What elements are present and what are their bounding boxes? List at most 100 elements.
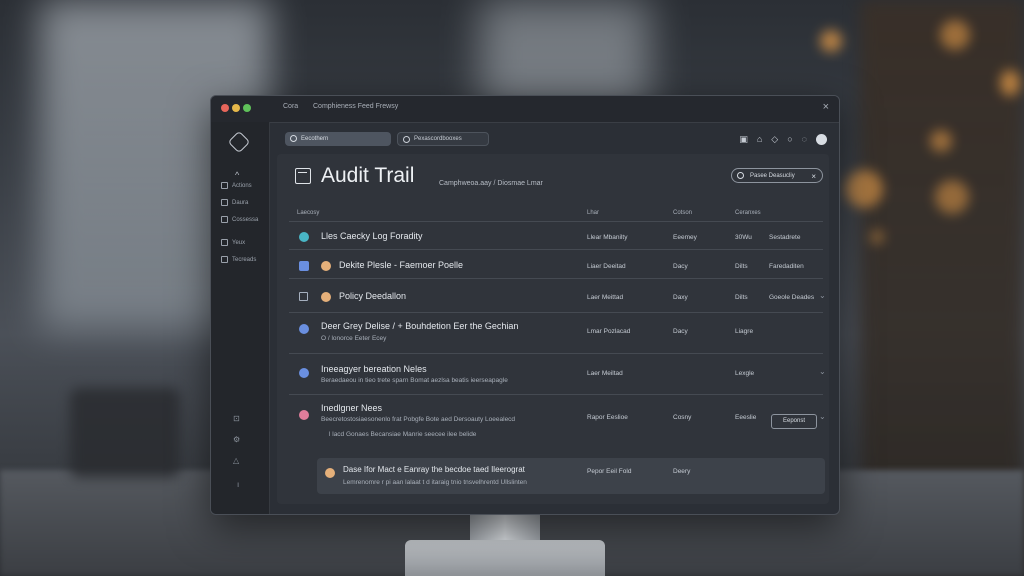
avatar[interactable]: [816, 134, 827, 145]
settings-icon[interactable]: ◌: [802, 134, 807, 145]
row-count: Lexgle: [735, 370, 755, 377]
sidebar-item-actions[interactable]: Actions: [221, 182, 252, 189]
users-icon: [221, 216, 228, 223]
filter-chip-label: Pasee Deasucliy: [750, 173, 795, 179]
filter-label: Pexascordbooxes: [414, 136, 462, 142]
row-subtitle: Beecretostosiaesonenlo frat Pobgfe Bote …: [321, 416, 516, 423]
audit-log-icon: [295, 168, 311, 184]
analytics-icon[interactable]: ⌂: [757, 134, 762, 145]
active-filter-chip[interactable]: Pasee Deasucliy ×: [731, 168, 823, 183]
app-window: Cora Comphieness Feed Frewsy × ^ Actions…: [210, 95, 840, 515]
close-icon[interactable]: ×: [823, 101, 829, 113]
document-icon: [299, 261, 309, 271]
bell-icon[interactable]: △: [233, 456, 239, 465]
search-icon: [403, 136, 410, 143]
page-title: Audit Trail: [321, 164, 415, 187]
sidebar-item-daura[interactable]: Daura: [221, 199, 248, 206]
calendar-icon[interactable]: ▣: [739, 134, 748, 145]
divider: [289, 394, 823, 395]
row-user: Lmar Pozlacad: [587, 328, 631, 335]
top-toolbar-icons: ▣ ⌂ ◇ ○ ◌: [739, 134, 827, 145]
row-type: Daxy: [673, 294, 688, 301]
divider: [289, 353, 823, 354]
search-input[interactable]: Eecothern: [285, 132, 391, 146]
row-type: Dacy: [673, 263, 688, 270]
sidebar-item-yeux[interactable]: Yeux: [221, 239, 245, 246]
chevron-down-icon[interactable]: ⌄: [819, 412, 826, 421]
sidebar-item-tecreads[interactable]: Tecreads: [221, 256, 256, 263]
row-title: Policy Deedallon: [339, 291, 407, 301]
background-window: [480, 0, 650, 110]
background-bokeh: [845, 170, 883, 208]
tab-cora[interactable]: Cora: [283, 103, 298, 110]
row-type: Cosny: [673, 414, 692, 421]
maximize-window-dot[interactable]: [243, 104, 251, 112]
list-icon: [221, 182, 228, 189]
row-change: Sestadrete: [769, 234, 801, 241]
breadcrumb[interactable]: Camphweoa.aay / Diosmae Lmar: [439, 180, 543, 187]
info-icon: [299, 324, 309, 334]
avatar: [325, 468, 335, 478]
sidebar-item-label: Daura: [232, 200, 249, 207]
row-title: Lles Caecky Log Foradity: [321, 231, 423, 241]
search-label: Eecothern: [301, 136, 329, 142]
column-header-user[interactable]: Lhar: [587, 210, 599, 216]
divider: [289, 312, 823, 313]
monitor-stand-base: [405, 540, 605, 576]
user-icon: [737, 172, 744, 179]
row-count: Eeeslie: [735, 414, 757, 421]
bookmark-icon[interactable]: ◇: [771, 134, 778, 145]
sidebar-item-cossessa[interactable]: Cossessa: [221, 216, 258, 223]
divider: [289, 249, 823, 250]
row-type: Eeemey: [673, 234, 697, 241]
export-button[interactable]: Eeponst: [771, 414, 817, 429]
divider: [289, 278, 823, 279]
row-user: Pepor Eeil Fold: [587, 468, 632, 475]
sidebar-item-label: Cossessa: [232, 217, 259, 224]
row-subtitle: O / lonorce Eeter Ecey: [321, 335, 387, 342]
background-bokeh: [940, 20, 970, 50]
row-user: Llear Mbanilty: [587, 234, 628, 241]
chevron-down-icon[interactable]: ⌄: [819, 367, 826, 376]
row-count: Liagre: [735, 328, 754, 335]
row-title: Ineeagyer bereation Neles: [321, 364, 427, 374]
info-icon: [299, 368, 309, 378]
help-icon[interactable]: ⊡: [233, 414, 240, 423]
row-subtitle: Lemrenomre r pi aan lalaat t d itaraig t…: [343, 479, 527, 486]
search-icon: [290, 135, 297, 142]
row-title: Dekite Plesle - Faemoer Poelle: [339, 260, 464, 270]
more-icon[interactable]: ı: [237, 480, 239, 489]
close-icon[interactable]: ×: [811, 169, 816, 184]
gear-icon[interactable]: ⚙: [233, 435, 240, 444]
avatar: [321, 292, 331, 302]
folder-icon: [221, 199, 228, 206]
avatar: [321, 261, 331, 271]
background-bokeh: [935, 180, 969, 214]
row-user: Laer Meiltad: [587, 370, 623, 377]
sidebar: ^ Actions Daura Cossessa Yeux Tecreads ⊡…: [211, 122, 270, 514]
row-type: Dacy: [673, 328, 688, 335]
background-bokeh: [930, 130, 952, 152]
row-title: Inedlgner Nees: [321, 403, 383, 413]
minimize-window-dot[interactable]: [232, 104, 240, 112]
chevron-up-icon[interactable]: ^: [235, 170, 239, 180]
notification-icon[interactable]: ○: [787, 134, 792, 145]
tab-feed[interactable]: Comphieness Feed Frewsy: [313, 103, 398, 110]
background-bokeh: [820, 30, 842, 52]
column-header-type[interactable]: Cotson: [673, 210, 692, 216]
column-header-activity[interactable]: Laecosy: [297, 210, 319, 216]
row-title: Deer Grey Delise / + Bouhdetion Eer the …: [321, 321, 519, 331]
row-user: Rapor Eeslioe: [587, 414, 628, 421]
column-header-changes[interactable]: Ceranxes: [735, 210, 761, 216]
highlighted-entry-card[interactable]: Dase Ifor Mact e Eanray the becdoe taed …: [317, 458, 825, 494]
row-title: Dase Ifor Mact e Eanray the becdoe taed …: [343, 465, 525, 474]
row-change: Goeole Deades: [769, 294, 815, 301]
row-note: l lacd Gonaes Becansiae Manrie seecee il…: [329, 431, 477, 438]
chevron-down-icon[interactable]: ⌄: [819, 291, 826, 300]
filter-input[interactable]: Pexascordbooxes: [397, 132, 489, 146]
row-count: 30Wu: [735, 234, 752, 241]
row-count: Dilts: [735, 294, 748, 301]
close-window-dot[interactable]: [221, 104, 229, 112]
checkbox[interactable]: [299, 292, 308, 301]
settings-icon: [221, 239, 228, 246]
